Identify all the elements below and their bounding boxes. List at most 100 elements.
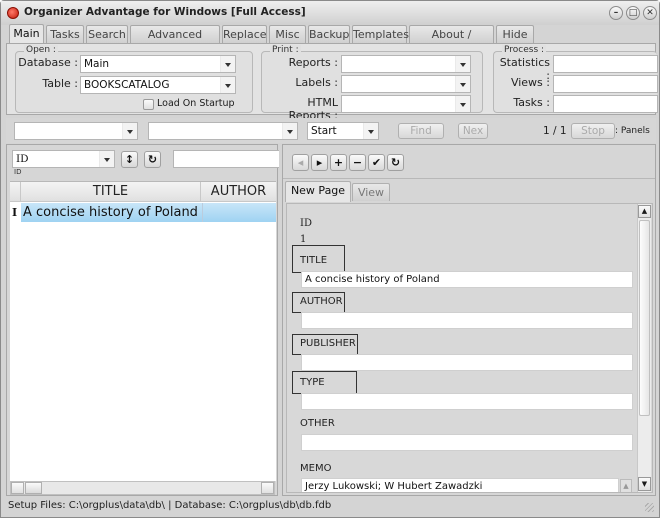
status-bar: Setup Files: C:\orgplus\data\db\ | Datab… bbox=[6, 498, 656, 515]
print-group-label: Print : bbox=[270, 45, 301, 55]
column-header-title[interactable]: TITLE bbox=[21, 182, 201, 202]
find-button[interactable]: Find bbox=[398, 123, 444, 139]
field-input-author[interactable] bbox=[301, 312, 633, 329]
tab-hide[interactable]: Hide bbox=[496, 25, 534, 43]
database-value: Main bbox=[84, 58, 110, 70]
reports-select[interactable] bbox=[341, 55, 471, 73]
field-label-publisher: PUBLISHER bbox=[300, 338, 356, 349]
field-label-title: TITLE bbox=[300, 255, 328, 266]
sort-field-select[interactable]: ID bbox=[12, 150, 115, 168]
app-window: Organizer Advantage for Windows [Full Ac… bbox=[0, 0, 660, 518]
plus-icon: + bbox=[333, 156, 344, 169]
filter-select[interactable] bbox=[173, 150, 279, 168]
tab-view[interactable]: View bbox=[352, 183, 390, 201]
field-input-other[interactable] bbox=[301, 434, 633, 451]
search-toolbar: Start Find Nex 1 / 1 Stop : Panels bbox=[6, 118, 656, 143]
tab-misc[interactable]: Misc bbox=[269, 25, 306, 43]
process-group-label: Process : bbox=[502, 45, 547, 55]
scroll-up-icon[interactable]: ▲ bbox=[638, 205, 651, 218]
table-label: Table : bbox=[42, 77, 78, 90]
table-select[interactable]: BOOKSCATALOG bbox=[80, 76, 236, 94]
load-on-startup-checkbox[interactable] bbox=[143, 99, 154, 110]
memo-scroll-up-icon[interactable]: ▲ bbox=[620, 479, 632, 492]
field-input-title[interactable]: A concise history of Poland bbox=[301, 271, 633, 288]
match-mode-select[interactable]: Start bbox=[307, 122, 379, 140]
search-field-select[interactable] bbox=[14, 122, 138, 140]
labels-label: Labels : bbox=[295, 76, 338, 89]
sort-field-value: ID bbox=[16, 153, 29, 165]
tab-backup[interactable]: Backup bbox=[308, 25, 350, 43]
tasks-field[interactable] bbox=[553, 95, 658, 113]
field-label-id: ID bbox=[300, 218, 312, 229]
field-label-type: TYPE bbox=[300, 377, 325, 388]
field-input-memo[interactable]: Jerzy Lukowski; W Hubert Zawadzki bbox=[301, 478, 619, 492]
sort-field-caption: ID bbox=[14, 168, 22, 176]
scroll-left-button[interactable] bbox=[11, 482, 24, 494]
tab-templates[interactable]: Templates bbox=[352, 25, 409, 43]
close-button[interactable]: ✕ bbox=[643, 6, 657, 20]
field-input-type[interactable] bbox=[301, 393, 633, 410]
field-label-author: AUTHOR bbox=[300, 296, 343, 307]
sort-order-button[interactable]: ↕ bbox=[121, 151, 138, 168]
scroll-right-button[interactable] bbox=[261, 482, 274, 494]
record-form: ID 1 TITLE A concise history of Poland A… bbox=[286, 203, 653, 493]
tab-about-upgrade[interactable]: About / Upgrade bbox=[409, 25, 494, 58]
resize-grip-icon[interactable] bbox=[645, 503, 654, 512]
tab-tasks[interactable]: Tasks bbox=[46, 25, 84, 43]
chevron-down-icon bbox=[282, 123, 297, 139]
panels-label[interactable]: : Panels bbox=[615, 126, 650, 136]
scroll-thumb[interactable] bbox=[639, 220, 650, 416]
tab-new-page-1[interactable]: New Page 1 bbox=[285, 181, 351, 214]
save-record-button[interactable]: ✔ bbox=[368, 154, 385, 171]
form-vertical-scrollbar[interactable]: ▲ ▼ bbox=[637, 204, 651, 492]
chevron-down-icon bbox=[220, 56, 235, 72]
cell-author[interactable] bbox=[202, 203, 276, 222]
maximize-button[interactable]: □ bbox=[626, 6, 640, 20]
tab-replace[interactable]: Replace bbox=[222, 25, 267, 43]
stop-button[interactable]: Stop bbox=[571, 123, 615, 139]
previous-record-button[interactable]: ◂ bbox=[292, 154, 309, 171]
open-group-label: Open : bbox=[24, 45, 58, 55]
match-mode-value: Start bbox=[311, 125, 337, 137]
column-header-author[interactable]: AUTHOR bbox=[201, 182, 276, 202]
chevron-down-icon bbox=[455, 96, 470, 112]
tab-advanced-search[interactable]: Advanced Search bbox=[130, 25, 220, 58]
row-indicator: I bbox=[12, 206, 18, 219]
views-label: Views : bbox=[510, 76, 550, 89]
scroll-thumb[interactable] bbox=[25, 482, 42, 494]
window-title: Organizer Advantage for Windows [Full Ac… bbox=[24, 6, 306, 18]
views-field[interactable] bbox=[553, 75, 658, 93]
app-logo-icon bbox=[7, 7, 19, 19]
database-select[interactable]: Main bbox=[80, 55, 236, 73]
row-indicator-header bbox=[10, 182, 21, 202]
print-group: Print : Reports : Labels : HTML Reports … bbox=[261, 45, 483, 122]
refresh-record-button[interactable]: ↻ bbox=[387, 154, 404, 171]
field-label-other: OTHER bbox=[300, 418, 335, 429]
horizontal-scrollbar[interactable] bbox=[10, 481, 275, 495]
cell-title[interactable]: A concise history of Poland bbox=[23, 203, 198, 222]
chevron-down-icon bbox=[455, 76, 470, 92]
load-on-startup-label: Load On Startup bbox=[157, 98, 235, 109]
chevron-down-icon bbox=[220, 77, 235, 93]
field-value-id: 1 bbox=[300, 234, 307, 245]
statistics-field[interactable] bbox=[553, 55, 658, 73]
checkmark-icon: ✔ bbox=[371, 156, 382, 169]
title-bar[interactable]: Organizer Advantage for Windows [Full Ac… bbox=[1, 1, 659, 25]
tab-main[interactable]: Main bbox=[9, 24, 44, 44]
refresh-button[interactable]: ↻ bbox=[144, 151, 161, 168]
field-input-publisher[interactable] bbox=[301, 354, 633, 371]
minimize-button[interactable]: – bbox=[609, 6, 623, 20]
search-text-input[interactable] bbox=[148, 122, 298, 140]
next-icon: ▸ bbox=[316, 156, 323, 169]
chevron-down-icon bbox=[122, 123, 137, 139]
next-button[interactable]: Nex bbox=[458, 123, 488, 139]
scroll-down-icon[interactable]: ▼ bbox=[638, 477, 651, 491]
html-reports-select[interactable] bbox=[341, 95, 471, 113]
next-record-button[interactable]: ▸ bbox=[311, 154, 328, 171]
labels-select[interactable] bbox=[341, 75, 471, 93]
add-record-button[interactable]: + bbox=[330, 154, 347, 171]
delete-record-button[interactable]: − bbox=[349, 154, 366, 171]
chevron-down-icon bbox=[363, 123, 378, 139]
tab-search[interactable]: Search bbox=[86, 25, 128, 43]
sort-arrows-icon: ↕ bbox=[124, 153, 135, 166]
